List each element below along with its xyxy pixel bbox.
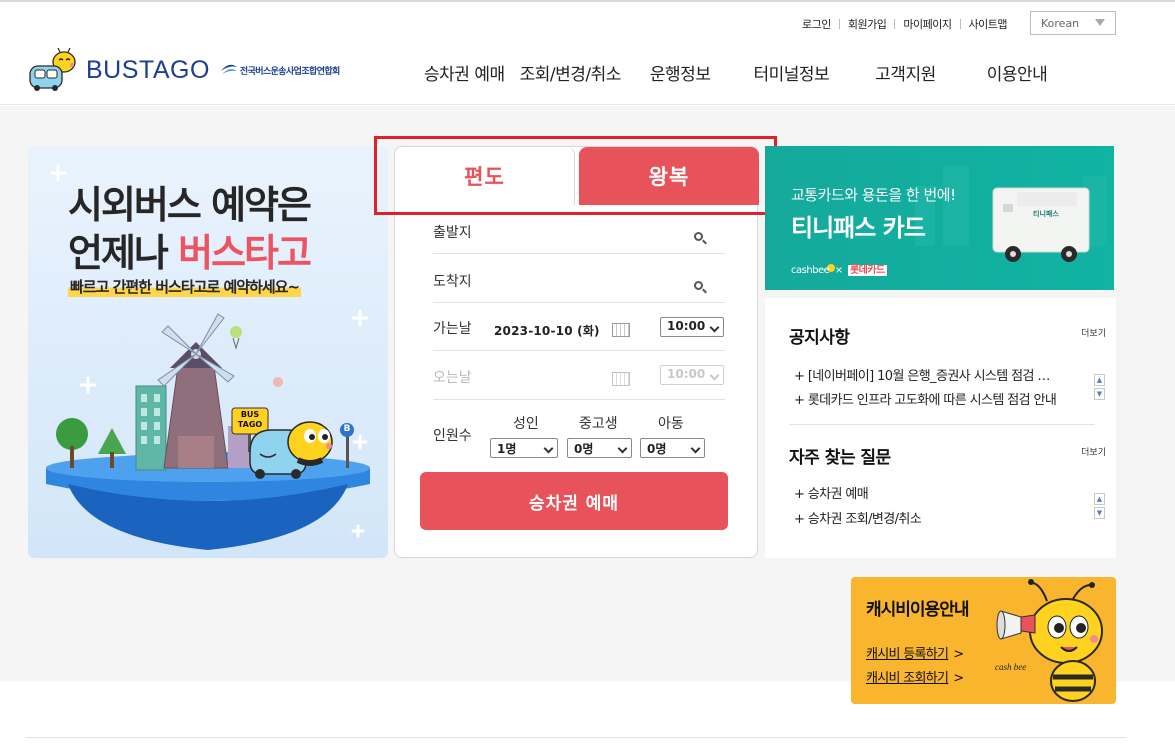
sitemap-link[interactable]: 사이트맵	[961, 16, 1015, 32]
calendar-icon	[612, 372, 630, 386]
floating-island-illustration	[46, 164, 370, 550]
times-icon: ×	[832, 265, 846, 276]
calendar-icon[interactable]	[612, 323, 630, 337]
header: 로그인 회원가입 마이페이지 사이트맵 Korean BUSTAGO 전국버스운…	[0, 0, 1175, 105]
departure-label: 출발지	[433, 225, 472, 241]
youth-count-value: 0명	[574, 442, 594, 456]
main-nav: 승차권 예매 조회/변경/취소 운행정보 터미널정보 고객지원 이용안내	[420, 60, 1048, 85]
mypage-link[interactable]: 마이페이지	[895, 16, 959, 32]
return-time-value: 10:00	[667, 367, 706, 381]
scroll-down-button[interactable]: ▼	[1094, 388, 1105, 400]
signup-link[interactable]: 회원가입	[840, 16, 894, 32]
bus-tago-sign: BUS TAGO	[237, 410, 263, 429]
association-name: 전국버스운송사업조합연합회	[239, 66, 340, 77]
language-select[interactable]: Korean	[1030, 11, 1116, 35]
scroll-down-button[interactable]: ▼	[1094, 507, 1105, 519]
scroll-up-button[interactable]: ▲	[1094, 374, 1105, 386]
chevron-down-icon	[1095, 19, 1105, 26]
nav-schedule-info[interactable]: 운행정보	[650, 60, 711, 85]
search-icon[interactable]	[694, 281, 703, 290]
passenger-label: 인원수	[433, 428, 472, 444]
return-date-label: 오는날	[433, 370, 472, 386]
go-date-label: 가는날	[433, 321, 472, 337]
tinipass-banner[interactable]: 티니패스 교통카드와 용돈을 한 번에! 티니패스 카드 cashbee × 롯…	[765, 146, 1114, 290]
highlight-box	[374, 136, 777, 215]
nav-ticket-booking[interactable]: 승차권 예매	[424, 60, 505, 85]
faq-title: 자주 찾는 질문	[789, 448, 891, 468]
notice-item[interactable]: + 롯데카드 인프라 고도화에 따른 시스템 점검 안내	[794, 389, 1064, 408]
tinipass-title: 티니패스 카드	[791, 214, 926, 242]
arrival-label: 도착지	[433, 274, 472, 290]
association-emblem-icon	[220, 64, 237, 74]
return-time-select[interactable]: 10:00	[660, 365, 724, 385]
nav-terminal-info[interactable]: 터미널정보	[753, 60, 829, 85]
bus-mascot-logo-icon	[29, 48, 76, 91]
go-time-select[interactable]: 10:00	[660, 317, 724, 337]
cashbee-guide-banner: 캐시비이용안내 캐시비 등록하기 > 캐시비 조회하기 > cash bee	[851, 577, 1116, 704]
faq-item[interactable]: + 승차권 예매	[794, 483, 1064, 502]
association-logo: 전국버스운송사업조합연합회	[220, 63, 340, 77]
notice-more-link[interactable]: 더보기	[1081, 326, 1106, 339]
cashbee-brand-mark: cash bee	[995, 662, 1027, 672]
divider	[789, 424, 1095, 425]
youth-count-select[interactable]: 0명	[567, 438, 632, 458]
nav-customer-support[interactable]: 고객지원	[875, 60, 936, 85]
nav-usage-guide[interactable]: 이용안내	[987, 60, 1048, 85]
adult-count-value: 1명	[497, 442, 517, 456]
login-link[interactable]: 로그인	[794, 16, 839, 32]
adult-count-select[interactable]: 1명	[490, 438, 558, 458]
notice-item[interactable]: + [네이버페이] 10월 은행_증권사 시스템 점검 …	[794, 365, 1064, 384]
promo-banner[interactable]: 시외버스 예약은 언제나 버스타고 빠르고 간편한 버스타고로 예약하세요~ B…	[28, 146, 388, 558]
go-time-value: 10:00	[667, 319, 706, 333]
notice-title: 공지사항	[789, 328, 850, 348]
nav-lookup-change-cancel[interactable]: 조회/변경/취소	[520, 60, 622, 85]
language-value: Korean	[1041, 17, 1080, 30]
tinipass-tagline: 교통카드와 용돈을 한 번에!	[791, 186, 956, 204]
logo-text: BUSTAGO	[86, 55, 210, 84]
notice-faq-box: 공지사항 더보기 + [네이버페이] 10월 은행_증권사 시스템 점검 … +…	[765, 298, 1116, 558]
bee-megaphone-illustration	[996, 579, 1103, 702]
faq-item[interactable]: + 승차권 조회/변경/취소	[794, 508, 1064, 527]
faq-more-link[interactable]: 더보기	[1081, 445, 1106, 458]
search-icon[interactable]	[694, 232, 703, 241]
departure-field[interactable]: 출발지	[433, 222, 725, 254]
child-label: 아동	[658, 416, 684, 432]
arrival-field[interactable]: 도착지	[433, 271, 725, 303]
child-count-value: 0명	[647, 442, 667, 456]
book-ticket-button[interactable]: 승차권 예매	[420, 472, 728, 530]
go-date-value[interactable]: 2023-10-10 (화)	[494, 322, 600, 339]
tinipass-partners: cashbee × 롯데카드	[791, 261, 887, 276]
youth-label: 중고생	[579, 416, 618, 432]
utility-links: 로그인 회원가입 마이페이지 사이트맵	[794, 16, 1015, 32]
adult-label: 성인	[513, 416, 539, 432]
scroll-up-button[interactable]: ▲	[1094, 493, 1105, 505]
logo[interactable]: BUSTAGO 전국버스운송사업조합연합회	[26, 48, 340, 92]
bus-stop-letter: B	[343, 424, 351, 434]
lotte-card-brand: 롯데카드	[847, 265, 887, 276]
tinipass-card-text: 티니패스	[1033, 210, 1059, 218]
child-count-select[interactable]: 0명	[640, 438, 705, 458]
footer-divider	[26, 737, 1126, 738]
top-border	[0, 0, 1175, 2]
cashbee-brand: cashbee	[791, 265, 830, 276]
